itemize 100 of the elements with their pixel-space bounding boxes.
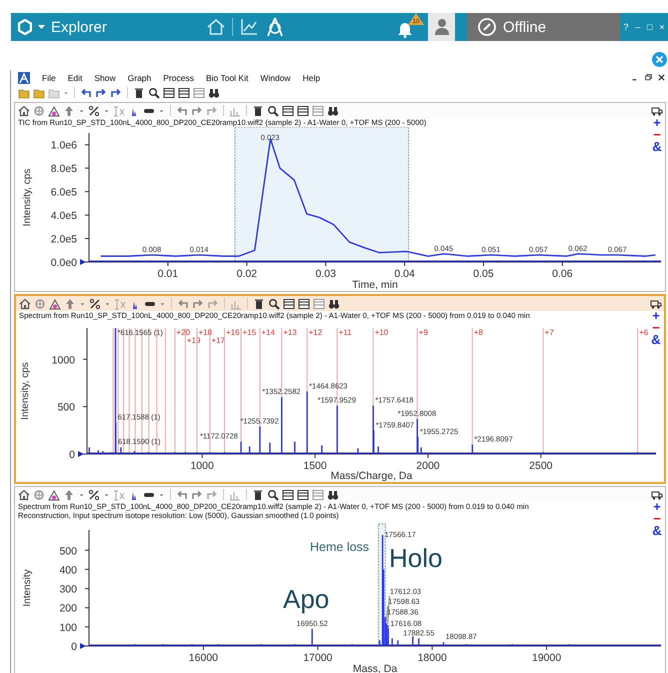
trash-icon[interactable] bbox=[133, 86, 145, 98]
undo-icon[interactable] bbox=[176, 488, 188, 500]
app-logo-icon[interactable] bbox=[18, 72, 30, 84]
table-icon[interactable] bbox=[282, 104, 294, 116]
axis-title: Intensity, cps bbox=[22, 168, 33, 226]
percent-icon[interactable] bbox=[89, 298, 101, 310]
trash-icon[interactable] bbox=[252, 488, 264, 500]
menu-item[interactable]: Process bbox=[163, 72, 194, 82]
help-button[interactable]: ? bbox=[623, 22, 628, 32]
tick-label: 1000 bbox=[190, 460, 214, 472]
graph-side-button[interactable]: + bbox=[652, 310, 660, 322]
folder-icon[interactable] bbox=[18, 86, 30, 98]
tick-label: 4.0e5 bbox=[50, 210, 77, 222]
trash-icon[interactable] bbox=[252, 104, 264, 116]
redo-icon[interactable] bbox=[95, 86, 107, 98]
tick-label: 0.05 bbox=[473, 268, 494, 280]
search-icon[interactable] bbox=[148, 86, 160, 98]
home-icon[interactable] bbox=[19, 298, 31, 310]
graph-side-button[interactable]: & bbox=[652, 141, 662, 153]
graph-pane[interactable] bbox=[14, 102, 666, 292]
redo-icon[interactable] bbox=[191, 104, 203, 116]
menu-item[interactable]: Graph bbox=[128, 72, 152, 82]
peak-icon[interactable] bbox=[48, 104, 60, 116]
table-icon[interactable] bbox=[163, 86, 175, 98]
table-icon[interactable] bbox=[178, 86, 190, 98]
binoculars-icon[interactable] bbox=[327, 488, 339, 500]
percent-icon[interactable] bbox=[88, 104, 100, 116]
search-icon[interactable] bbox=[267, 104, 279, 116]
axis-marker-icon[interactable] bbox=[80, 259, 86, 265]
redo-icon[interactable] bbox=[192, 298, 204, 310]
graph-side-button[interactable]: & bbox=[651, 334, 661, 346]
binoculars-icon[interactable] bbox=[208, 86, 220, 98]
graph-side-button[interactable]: & bbox=[652, 525, 662, 537]
bell-icon[interactable] bbox=[396, 20, 414, 38]
gauge-icon bbox=[477, 17, 497, 37]
menu-item[interactable]: Bio Tool Kit bbox=[206, 72, 248, 82]
tick-label: 0.01 bbox=[158, 268, 178, 280]
peak-icon[interactable] bbox=[48, 488, 60, 500]
charge-label: +12 bbox=[308, 328, 322, 337]
table-icon[interactable] bbox=[283, 298, 295, 310]
truck-icon[interactable] bbox=[651, 489, 663, 501]
graph-side-button[interactable]: − bbox=[653, 129, 661, 141]
graph-side-button[interactable]: + bbox=[653, 117, 661, 129]
undo-icon[interactable] bbox=[80, 86, 92, 98]
maximize-button[interactable]: □ bbox=[647, 22, 652, 32]
truck-icon[interactable] bbox=[651, 105, 663, 117]
up-arrow-icon[interactable] bbox=[64, 298, 76, 310]
peak-icon[interactable] bbox=[49, 298, 61, 310]
up-arrow-icon[interactable] bbox=[63, 488, 75, 500]
minimize-button[interactable]: – bbox=[635, 22, 640, 32]
caret-icon[interactable] bbox=[38, 24, 45, 30]
axis-title: Intensity bbox=[22, 569, 33, 607]
undo-icon[interactable] bbox=[177, 298, 189, 310]
graph-pane[interactable] bbox=[14, 294, 666, 484]
search-icon[interactable] bbox=[268, 298, 280, 310]
graph-side-button[interactable]: − bbox=[653, 513, 661, 525]
search-icon[interactable] bbox=[267, 488, 279, 500]
table-icon[interactable] bbox=[282, 488, 294, 500]
logo-icon[interactable] bbox=[18, 19, 32, 35]
restore-icon[interactable] bbox=[644, 73, 653, 82]
graph-side-button[interactable]: − bbox=[652, 322, 660, 334]
truck-icon[interactable] bbox=[650, 298, 662, 310]
chart-icon[interactable] bbox=[239, 17, 259, 37]
up-arrow-icon[interactable] bbox=[63, 104, 75, 116]
binoculars-icon[interactable] bbox=[328, 298, 340, 310]
close-icon[interactable] bbox=[657, 73, 666, 82]
home-icon[interactable] bbox=[18, 104, 30, 116]
undo-icon[interactable] bbox=[176, 104, 188, 116]
graph-side-button[interactable]: + bbox=[653, 501, 661, 513]
tick-label: 200 bbox=[59, 602, 77, 615]
user-icon[interactable] bbox=[434, 18, 448, 36]
folder-icon[interactable] bbox=[33, 86, 45, 98]
close-button[interactable]: × bbox=[659, 22, 665, 32]
menu-item[interactable]: Show bbox=[94, 72, 116, 82]
charge-label: +16 bbox=[226, 328, 240, 337]
charge-label: +9 bbox=[418, 328, 428, 337]
axis-marker-icon[interactable] bbox=[78, 451, 84, 457]
redo-icon[interactable] bbox=[110, 86, 122, 98]
table-icon[interactable] bbox=[297, 104, 309, 116]
table-icon[interactable] bbox=[298, 298, 310, 310]
menu-item[interactable]: Edit bbox=[68, 72, 82, 82]
percent-icon[interactable] bbox=[88, 488, 100, 500]
tick-label: 0 bbox=[71, 641, 77, 653]
trash-icon[interactable] bbox=[253, 298, 265, 310]
annotation-text: Heme loss bbox=[310, 540, 370, 554]
home-icon[interactable] bbox=[206, 17, 226, 37]
redo-icon[interactable] bbox=[191, 488, 203, 500]
tick-label: 0.0e0 bbox=[50, 257, 77, 269]
menu-item[interactable]: File bbox=[42, 72, 56, 82]
menu-item[interactable]: Help bbox=[302, 72, 320, 82]
compass-icon[interactable] bbox=[265, 16, 285, 38]
tick-label: 18000 bbox=[418, 652, 447, 664]
binoculars-icon[interactable] bbox=[327, 104, 339, 116]
home-icon[interactable] bbox=[18, 488, 30, 500]
axis-marker-icon[interactable] bbox=[80, 643, 86, 649]
charge-label: +17 bbox=[211, 336, 225, 345]
graph-pane[interactable] bbox=[14, 486, 666, 673]
table-icon[interactable] bbox=[297, 488, 309, 500]
menu-item[interactable]: Window bbox=[260, 72, 291, 82]
charge-label: +14 bbox=[261, 328, 275, 337]
